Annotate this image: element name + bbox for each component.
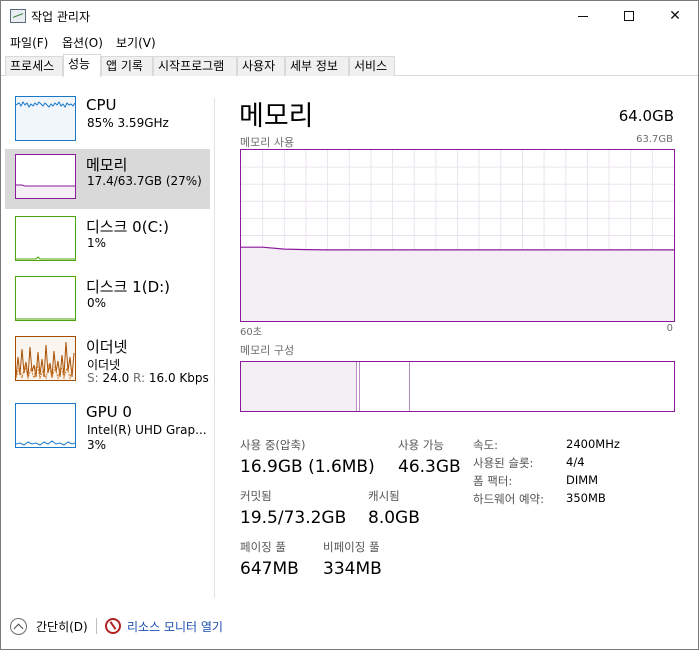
form-factor-label: 폼 팩터: [473,474,513,488]
task-manager-window: 작업 관리자 ✕ 파일(F) 옵션(O) 보기(V) 프로세스 성능 앱 기록 … [0,0,699,650]
form-factor-value: DIMM [566,473,599,487]
speed-value: 2400MHz [566,437,620,451]
tab-details[interactable]: 세부 정보 [285,56,349,76]
close-icon: ✕ [669,8,681,24]
sidebar-item-disk-1[interactable]: 디스크 1(D:) 0% [5,271,210,331]
in-use-value: 16.9GB (1.6MB) [240,457,375,477]
tab-bar: 프로세스 성능 앱 기록 시작프로그램 사용자 세부 정보 서비스 [1,54,698,77]
memory-usage-max: 63.7GB [636,134,673,145]
disk0-mini-graph [15,216,76,261]
cached-value: 8.0GB [368,508,420,528]
graph-axis-end: 0 [666,323,673,334]
sidebar-gpu-title: GPU 0 [86,403,132,421]
minimize-icon [578,15,588,17]
tab-users[interactable]: 사용자 [237,56,285,76]
open-resource-monitor-link[interactable]: 리소스 모니터 열기 [127,618,223,635]
tab-app-history[interactable]: 앱 기록 [101,56,153,76]
in-use-label: 사용 중(압축) [240,438,306,452]
disk1-mini-graph [15,276,76,321]
page-title: 메모리 [239,101,314,132]
fewer-details-button[interactable]: 간단히(D) [36,618,88,635]
composition-in-use [241,362,357,411]
menu-file[interactable]: 파일(F) [10,34,48,51]
sidebar-item-gpu[interactable]: GPU 0 Intel(R) UHD Grap... 3% [5,398,210,458]
title-bar[interactable]: 작업 관리자 ✕ [1,1,698,31]
available-label: 사용 가능 [398,438,444,452]
menu-view[interactable]: 보기(V) [116,34,156,51]
memory-usage-graph [240,149,675,322]
close-button[interactable]: ✕ [652,1,698,31]
performance-sidebar: CPU 85% 3.59GHz 메모리 17.4/63.7GB (27%) 디스… [5,91,211,591]
memory-usage-label: 메모리 사용 [240,136,295,149]
sidebar-disk1-title: 디스크 1(D:) [86,278,171,296]
memory-composition-bar [240,361,675,412]
composition-standby [360,362,410,411]
gpu-mini-graph [15,403,76,448]
sidebar-gpu-usage: 3% [87,438,107,452]
sidebar-item-disk-0[interactable]: 디스크 0(C:) 1% [5,211,210,271]
available-value: 46.3GB [398,457,461,477]
maximize-button[interactable] [606,1,652,31]
sidebar-item-memory[interactable]: 메모리 17.4/63.7GB (27%) [5,149,210,209]
sidebar-item-ethernet[interactable]: 이더넷 이더넷 S: 24.0 R: 16.0 Kbps [5,331,210,391]
receive-value: 16.0 Kbps [148,371,209,385]
receive-label: R: [133,371,146,385]
sidebar-disk0-usage: 1% [87,236,107,250]
sidebar-item-cpu[interactable]: CPU 85% 3.59GHz [5,91,210,151]
slots-label: 사용된 슬롯: [473,456,534,470]
slots-value: 4/4 [566,455,585,469]
minimize-button[interactable] [560,1,606,31]
task-manager-app-icon [10,9,26,23]
speed-label: 속도: [473,438,499,452]
cached-label: 캐시됨 [368,489,400,503]
send-label: S: [87,371,99,385]
memory-mini-graph [15,154,76,199]
sidebar-cpu-title: CPU [86,96,117,114]
paged-pool-label: 페이징 풀 [240,540,286,554]
menu-bar: 파일(F) 옵션(O) 보기(V) [1,31,698,53]
send-value: 24.0 [102,371,130,385]
sidebar-ethernet-throughput: S: 24.0 R: 16.0 Kbps [87,371,209,385]
graph-axis-start: 60초 [240,327,262,338]
footer-divider [96,618,97,634]
paged-pool-value: 647MB [240,559,299,579]
nonpaged-pool-label: 비페이징 풀 [323,540,380,554]
sidebar-disk1-usage: 0% [87,296,107,310]
sidebar-gpu-name: Intel(R) UHD Grap... [87,423,207,437]
memory-usage-area [241,247,674,321]
sidebar-memory-title: 메모리 [86,156,128,174]
committed-label: 커밋됨 [240,489,272,503]
sidebar-memory-usage: 17.4/63.7GB (27%) [87,174,202,188]
total-capacity: 64.0GB [618,107,674,125]
chevron-up-icon[interactable] [10,618,27,635]
tab-services[interactable]: 서비스 [349,56,395,76]
sidebar-cpu-usage: 85% 3.59GHz [87,116,169,130]
nonpaged-pool-value: 334MB [323,559,382,579]
hardware-reserved-label: 하드웨어 예약: [473,492,545,506]
resource-monitor-icon[interactable] [105,618,121,634]
window-title: 작업 관리자 [31,10,91,24]
cpu-mini-graph [15,96,76,141]
maximize-icon [624,11,634,21]
pane-divider[interactable] [214,98,215,598]
tab-startup[interactable]: 시작프로그램 [153,56,237,76]
memory-composition-label: 메모리 구성 [240,344,295,357]
tab-performance[interactable]: 성능 [63,54,101,77]
memory-usage-chart [241,150,674,321]
menu-options[interactable]: 옵션(O) [62,34,103,51]
ethernet-mini-graph [15,336,76,381]
hardware-reserved-value: 350MB [566,491,606,505]
sidebar-disk0-title: 디스크 0(C:) [86,218,169,236]
committed-value: 19.5/73.2GB [240,508,347,528]
sidebar-ethernet-title: 이더넷 [86,338,128,356]
tab-processes[interactable]: 프로세스 [5,56,63,76]
